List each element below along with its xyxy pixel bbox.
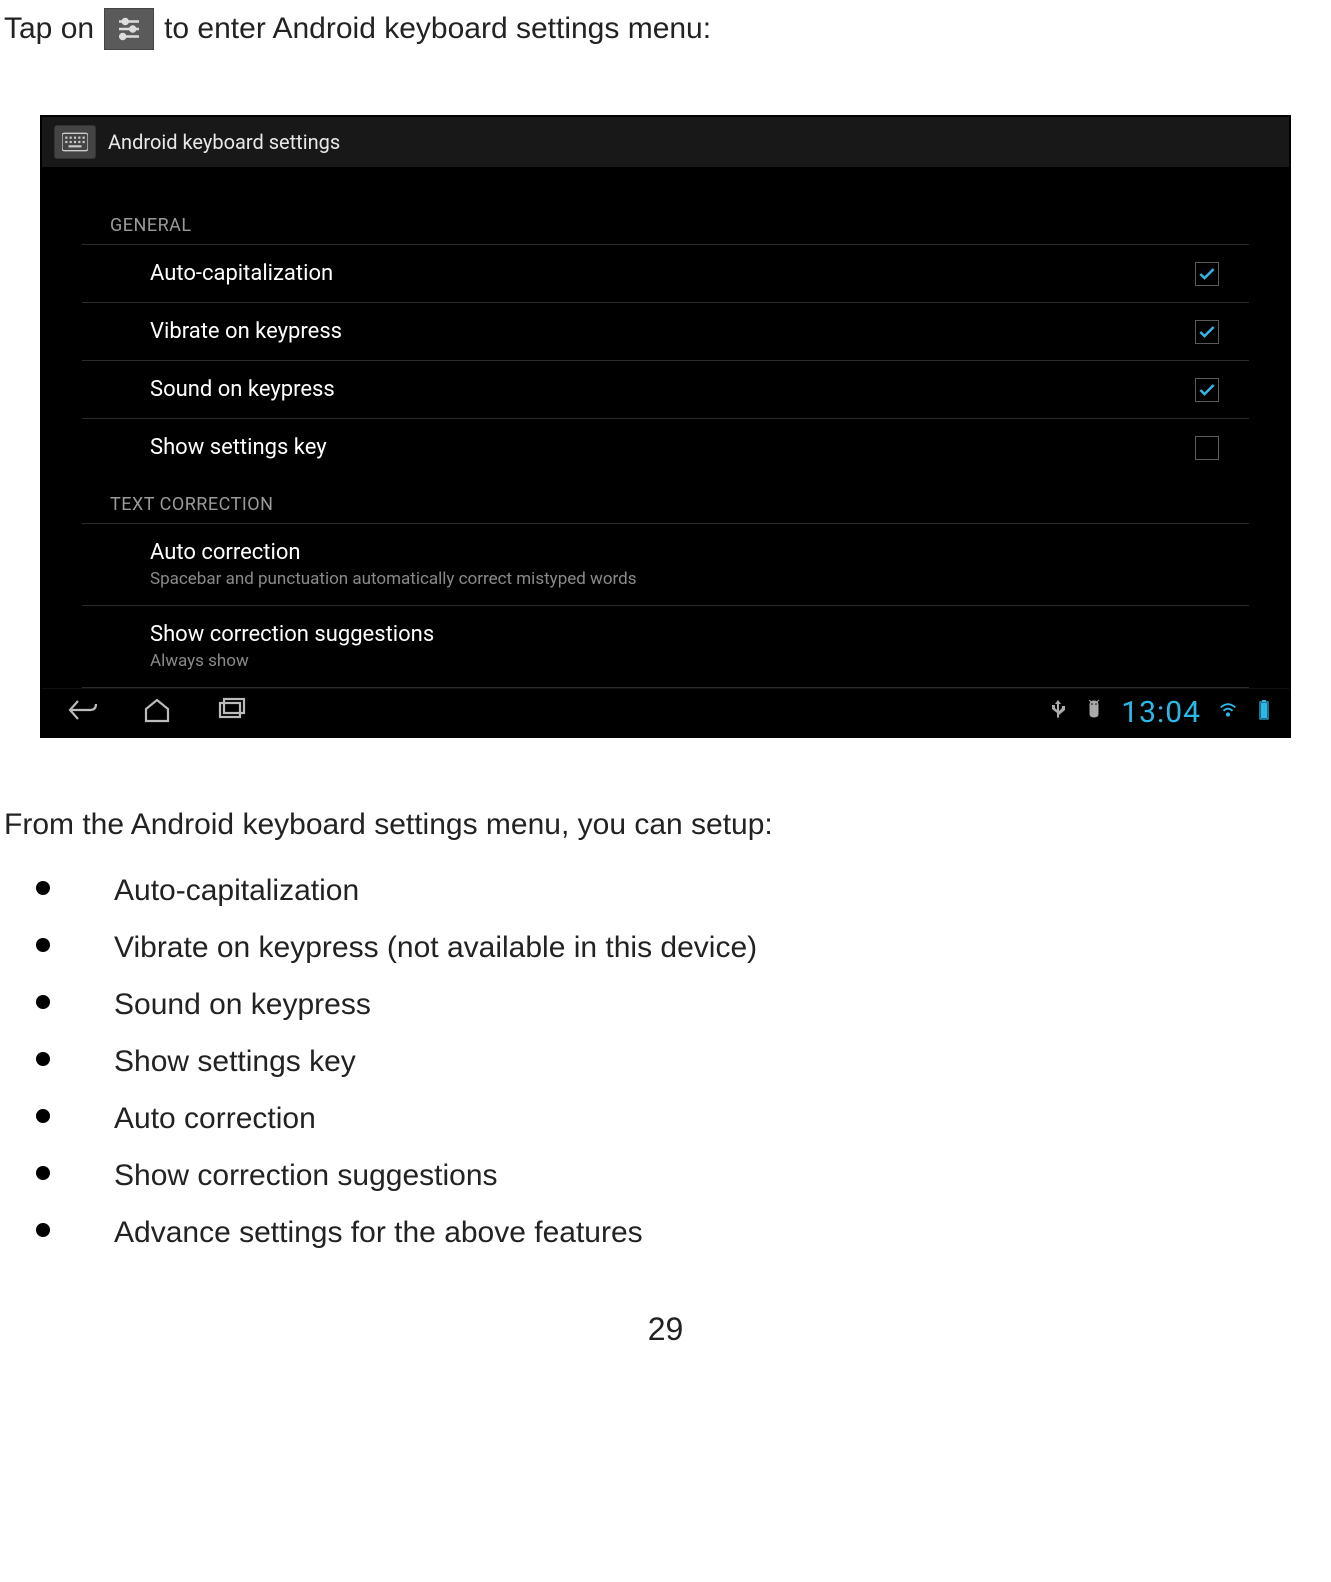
checkbox-icon[interactable] [1195, 320, 1219, 344]
recent-apps-icon[interactable] [214, 695, 248, 730]
setting-show-settings-key[interactable]: Show settings key [82, 418, 1249, 476]
setting-sound-on-keypress[interactable]: Sound on keypress [82, 360, 1249, 418]
feature-item: Auto correction [4, 1090, 1331, 1147]
setting-show-correction-suggestions[interactable]: Show correction suggestions Always show [82, 605, 1249, 688]
page-number: 29 [0, 1311, 1331, 1348]
wifi-icon [1219, 699, 1237, 726]
setting-auto-correction[interactable]: Auto correction Spacebar and punctuation… [82, 523, 1249, 605]
titlebar: Android keyboard settings [42, 117, 1289, 167]
section-header-correction: TEXT CORRECTION [82, 476, 1249, 523]
usb-icon [1049, 699, 1067, 726]
android-screenshot: Android keyboard settings GENERAL Auto-c… [40, 115, 1291, 738]
feature-item: Advance settings for the above features [4, 1204, 1331, 1261]
setting-label: Vibrate on keypress [150, 319, 342, 344]
back-icon[interactable] [66, 695, 100, 730]
intro-suffix: to enter Android keyboard settings menu: [164, 12, 711, 46]
battery-icon [1255, 699, 1273, 726]
setting-label: Auto-capitalization [150, 261, 333, 286]
sliders-settings-icon [104, 8, 154, 50]
keyboard-icon [54, 125, 96, 159]
setting-label: Show settings key [150, 435, 327, 460]
setting-label: Sound on keypress [150, 377, 335, 402]
feature-item: Auto-capitalization [4, 862, 1331, 919]
navigation-bar: 13:04 [42, 688, 1289, 736]
checkbox-icon[interactable] [1195, 262, 1219, 286]
clock: 13:04 [1121, 695, 1201, 730]
post-lead-text: From the Android keyboard settings menu,… [4, 808, 1327, 842]
intro-prefix: Tap on [4, 12, 94, 46]
setting-vibrate-on-keypress[interactable]: Vibrate on keypress [82, 302, 1249, 360]
setting-label: Show correction suggestions [150, 622, 434, 647]
features-list: Auto-capitalization Vibrate on keypress … [0, 862, 1331, 1261]
home-icon[interactable] [140, 695, 174, 730]
android-debug-icon [1085, 699, 1103, 726]
section-header-general: GENERAL [82, 197, 1249, 244]
checkbox-icon[interactable] [1195, 378, 1219, 402]
titlebar-text: Android keyboard settings [108, 130, 340, 154]
setting-sublabel: Spacebar and punctuation automatically c… [150, 569, 637, 589]
checkbox-icon[interactable] [1195, 436, 1219, 460]
feature-item: Show correction suggestions [4, 1147, 1331, 1204]
feature-item: Sound on keypress [4, 976, 1331, 1033]
intro-text: Tap on to enter Android keyboard setting… [0, 0, 1331, 50]
setting-label: Auto correction [150, 540, 637, 565]
setting-sublabel: Always show [150, 651, 434, 671]
setting-auto-capitalization[interactable]: Auto-capitalization [82, 244, 1249, 302]
settings-body: GENERAL Auto-capitalization Vibrate on k… [42, 167, 1289, 688]
feature-item: Vibrate on keypress (not available in th… [4, 919, 1331, 976]
feature-item: Show settings key [4, 1033, 1331, 1090]
